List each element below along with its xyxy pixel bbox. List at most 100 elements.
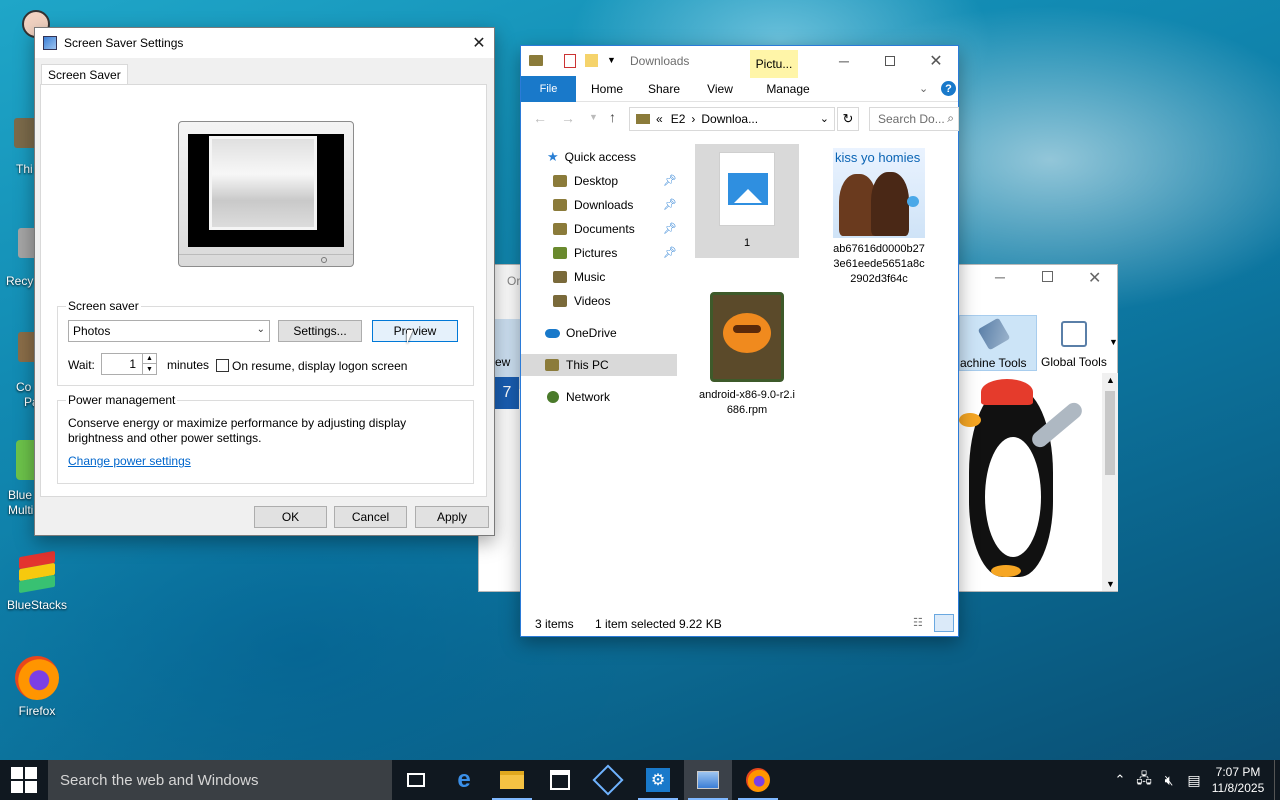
- chevron-up-icon[interactable]: ▲: [142, 354, 156, 364]
- nav-music[interactable]: Music: [553, 266, 677, 288]
- clock-date: 11/8/2025: [1211, 781, 1265, 795]
- taskbar-settings[interactable]: ⚙: [634, 760, 682, 800]
- nav-videos[interactable]: Videos: [553, 290, 677, 312]
- task-view-button[interactable]: [392, 760, 440, 800]
- taskbar-firefox[interactable]: [734, 760, 782, 800]
- file-item[interactable]: android-x86-9.0-r2.i686.rpm: [695, 292, 799, 418]
- maximize-icon[interactable]: [867, 46, 913, 76]
- breadcrumb-item[interactable]: E2: [671, 112, 686, 126]
- taskbar-file-explorer[interactable]: [488, 760, 536, 800]
- desktop-icon-partial-this-pc[interactable]: Thi: [4, 118, 40, 182]
- desktop-icon-partial-label: Multi: [8, 503, 34, 517]
- mouse-cursor-icon: [407, 330, 413, 344]
- recent-locations-icon[interactable]: ▼: [589, 112, 598, 122]
- volume-muted-icon[interactable]: 🔇︎: [1158, 760, 1180, 800]
- show-desktop-button[interactable]: [1274, 760, 1280, 800]
- nav-quick-access[interactable]: ★ Quick access: [547, 146, 687, 168]
- nav-network[interactable]: Network: [547, 386, 677, 408]
- breadcrumb-item[interactable]: Downloa...: [701, 112, 758, 126]
- help-icon[interactable]: ?: [941, 81, 956, 96]
- explorer-title-bar[interactable]: ▼ Downloads Pictu... ─ ✕: [521, 46, 959, 78]
- background-window-maximize[interactable]: [1042, 271, 1053, 282]
- resume-logon-label[interactable]: On resume, display logon screen: [232, 359, 407, 373]
- network-icon[interactable]: 🖧︎: [1134, 760, 1154, 800]
- chevron-down-icon[interactable]: ▼: [1109, 337, 1118, 347]
- chevron-down-icon: ⌄: [256, 324, 265, 335]
- dialog-title-bar[interactable]: Screen Saver Settings: [35, 28, 494, 58]
- chevron-down-icon[interactable]: ⌄: [820, 112, 829, 125]
- refresh-icon[interactable]: ↻: [837, 107, 859, 131]
- nav-this-pc[interactable]: This PC: [521, 354, 677, 376]
- screensaver-select[interactable]: Photos ⌄: [68, 320, 270, 342]
- desktop-icon-partial-recycle[interactable]: Recy: [4, 228, 40, 292]
- back-arrow-icon[interactable]: ←: [533, 110, 547, 126]
- breadcrumb-overflow[interactable]: «: [656, 112, 663, 126]
- file-name: ab67616d0000b273e61eede5651a8c2902d3f64c: [833, 243, 925, 285]
- monitor-preview: [178, 121, 354, 267]
- tab-file[interactable]: File: [521, 76, 576, 102]
- background-window-selected-vm[interactable]: 7: [495, 377, 519, 409]
- action-center-icon[interactable]: ▤: [1184, 760, 1204, 800]
- taskbar-edge[interactable]: e: [440, 760, 488, 800]
- nav-downloads[interactable]: Downloads 📌︎: [553, 194, 677, 216]
- start-button[interactable]: [0, 760, 48, 800]
- nav-pictures[interactable]: Pictures 📌︎: [553, 242, 677, 264]
- background-window-scrollbar[interactable]: ▲ ▼: [1102, 373, 1118, 591]
- global-tools-button[interactable]: Global Tools: [1039, 315, 1109, 371]
- screen-saver-settings-dialog[interactable]: Screen Saver Settings ✕ Screen Saver Scr…: [34, 27, 495, 536]
- minimize-icon[interactable]: ─: [821, 46, 867, 76]
- file-explorer-window[interactable]: ▼ Downloads Pictu... ─ ✕ File Home Share…: [520, 45, 959, 637]
- tab-share[interactable]: Share: [639, 76, 689, 102]
- nav-desktop[interactable]: Desktop 📌︎: [553, 170, 677, 192]
- address-bar[interactable]: « E2 › Downloa... ⌄: [629, 107, 835, 131]
- tab-manage[interactable]: Manage: [759, 76, 817, 102]
- properties-quick-icon[interactable]: [564, 54, 576, 68]
- preview-button[interactable]: Preview: [372, 320, 458, 342]
- picture-tools-context-tab[interactable]: Pictu...: [750, 50, 798, 78]
- tab-view[interactable]: View: [695, 76, 745, 102]
- cancel-button[interactable]: Cancel: [334, 506, 407, 528]
- tab-screen-saver[interactable]: Screen Saver: [41, 64, 128, 86]
- ok-button[interactable]: OK: [254, 506, 327, 528]
- up-arrow-icon[interactable]: ↑: [609, 109, 616, 125]
- network-icon: [547, 391, 559, 403]
- taskbar-virtualbox[interactable]: [584, 760, 632, 800]
- show-hidden-icons[interactable]: ⌃: [1110, 760, 1130, 800]
- resume-logon-checkbox[interactable]: [216, 359, 229, 372]
- nav-label: Videos: [574, 294, 611, 308]
- desktop-icon-bluestacks[interactable]: BlueStacks: [1, 550, 73, 612]
- settings-button[interactable]: Settings...: [278, 320, 362, 342]
- chevron-down-icon[interactable]: ▼: [607, 55, 616, 65]
- desktop-icon-firefox[interactable]: Firefox: [1, 656, 73, 718]
- status-bar: 3 items 1 item selected 9.22 KB ☷: [521, 612, 958, 636]
- forward-arrow-icon[interactable]: →: [561, 110, 575, 126]
- desktop-icon-partial-control-panel[interactable]: Co Pa: [4, 332, 40, 412]
- taskbar-search[interactable]: Search the web and Windows: [48, 760, 392, 800]
- machine-tools-button[interactable]: achine Tools: [959, 315, 1037, 371]
- task-view-icon: [407, 773, 425, 787]
- taskbar-screen-saver[interactable]: [684, 760, 732, 800]
- tab-home[interactable]: Home: [581, 76, 633, 102]
- chevron-down-icon[interactable]: ⌄: [919, 82, 928, 95]
- clock-time: 7:07 PM: [1215, 765, 1261, 779]
- taskbar-store[interactable]: [536, 760, 584, 800]
- file-item[interactable]: kiss yo homies ab67616d0000b273e61eede56…: [827, 146, 931, 287]
- desktop-icon-partial-bluestacks-multi[interactable]: Blue Multi: [4, 440, 38, 522]
- change-power-settings-link[interactable]: Change power settings: [68, 454, 191, 468]
- wait-minutes-stepper[interactable]: 1 ▲ ▼: [101, 353, 157, 375]
- nav-label: OneDrive: [566, 326, 617, 340]
- nav-documents[interactable]: Documents 📌︎: [553, 218, 677, 240]
- file-item[interactable]: 1: [695, 144, 799, 258]
- nav-onedrive[interactable]: OneDrive: [545, 322, 677, 344]
- background-window-minimize[interactable]: ─: [995, 269, 1005, 285]
- close-icon[interactable]: ✕: [464, 28, 494, 58]
- details-view-icon[interactable]: ☷: [913, 616, 931, 632]
- search-input[interactable]: Search Do... ⌕: [869, 107, 959, 131]
- background-window-close[interactable]: ✕: [1088, 268, 1101, 288]
- new-folder-quick-icon[interactable]: [585, 54, 598, 67]
- large-icons-view-icon[interactable]: [934, 614, 954, 632]
- apply-button[interactable]: Apply: [415, 506, 489, 528]
- chevron-down-icon[interactable]: ▼: [142, 364, 156, 374]
- close-icon[interactable]: ✕: [913, 46, 959, 76]
- clock[interactable]: 7:07 PM 11/8/2025: [1208, 760, 1268, 800]
